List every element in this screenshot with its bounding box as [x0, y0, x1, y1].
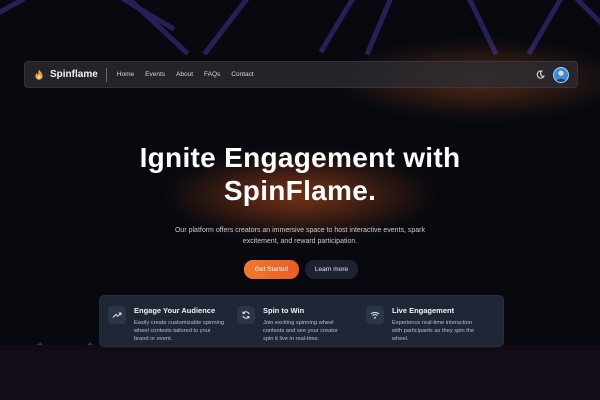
moon-icon[interactable] — [536, 70, 545, 79]
hero-title: Ignite Engagement with SpinFlame. — [0, 141, 600, 207]
feature-desc-line: Join exciting spinning wheel — [263, 320, 334, 326]
nav-links: Home Events About FAQs Contact — [117, 71, 254, 78]
feature-desc-line: contests and see your creator — [263, 328, 338, 334]
nav-link-about[interactable]: About — [176, 71, 193, 78]
hero-subtitle: Our platform offers creators an immersiv… — [170, 226, 430, 247]
features-panel: Engage Your Audience Easily create custo… — [99, 295, 504, 347]
navbar: Spinflame Home Events About FAQs Contact — [24, 61, 578, 88]
nav-link-home[interactable]: Home — [117, 71, 134, 78]
get-started-button[interactable]: Get Started — [244, 260, 299, 279]
feature-card-spin: Spin to Win Join exciting spinning wheel… — [237, 306, 366, 346]
feature-text: Engage Your Audience Easily create custo… — [134, 306, 224, 346]
feature-text: Live Engagement Experience real-time int… — [392, 306, 474, 346]
feature-description: Easily create customizable spinning whee… — [134, 319, 224, 343]
feature-desc-line: spin it live in real-time. — [263, 336, 320, 342]
user-avatar[interactable] — [553, 66, 569, 83]
wifi-icon — [366, 306, 384, 324]
feature-desc-line: Experience real-time interaction — [392, 320, 472, 326]
trending-up-icon — [108, 306, 126, 324]
feature-title: Live Engagement — [392, 306, 455, 315]
nav-actions — [536, 66, 569, 83]
brand-name: Spinflame — [50, 69, 98, 80]
feature-desc-line: Easily create customizable spinning — [134, 320, 225, 326]
feature-title: Engage Your Audience — [134, 306, 216, 315]
refresh-icon — [237, 306, 255, 324]
learn-more-button[interactable]: Learn more — [305, 260, 358, 279]
nav-link-faqs[interactable]: FAQs — [204, 71, 220, 78]
nav-link-contact[interactable]: Contact — [231, 71, 253, 78]
brand[interactable]: Spinflame — [33, 69, 98, 81]
nav-divider — [105, 67, 107, 82]
nav-link-events[interactable]: Events — [145, 71, 165, 78]
feature-card-engage: Engage Your Audience Easily create custo… — [108, 306, 237, 346]
hero-subtitle-line-2: excitement, and reward participation. — [242, 237, 358, 245]
feature-card-live: Live Engagement Experience real-time int… — [366, 306, 495, 346]
feature-desc-line: with participants as they spin the — [392, 328, 475, 334]
feature-description: Experience real-time interaction with pa… — [392, 319, 474, 343]
bottom-band — [0, 345, 600, 400]
feature-desc-line: brand or event. — [134, 336, 173, 342]
feature-desc-line: wheel. — [392, 336, 409, 342]
hero-title-line-2: SpinFlame. — [223, 175, 377, 206]
hero-title-line-1: Ignite Engagement with — [139, 142, 461, 173]
flame-icon — [33, 69, 45, 81]
hero-subtitle-line-1: Our platform offers creators an immersiv… — [174, 227, 426, 234]
feature-title: Spin to Win — [263, 306, 305, 315]
feature-description: Join exciting spinning wheel contests an… — [263, 319, 338, 343]
feature-text: Spin to Win Join exciting spinning wheel… — [263, 306, 338, 346]
feature-desc-line: wheel contests tailored to your — [134, 328, 211, 334]
